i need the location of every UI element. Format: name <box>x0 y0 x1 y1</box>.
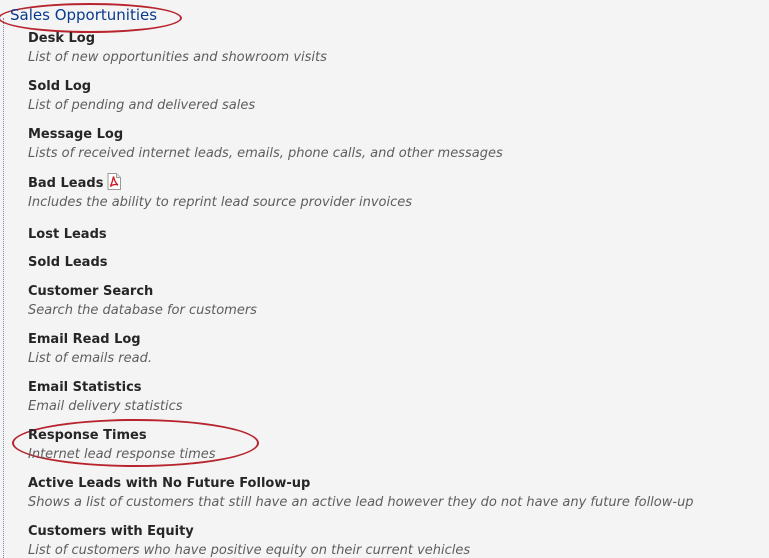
message-log-description: Lists of received internet leads, emails… <box>28 146 503 161</box>
list-item-lost-leads: Lost Leads <box>28 223 107 243</box>
list-item-email-statistics: Email Statistics Email delivery statisti… <box>28 376 182 415</box>
email-read-log-description: List of emails read. <box>28 351 152 366</box>
list-item-sold-leads: Sold Leads <box>28 251 108 271</box>
list-item-active-leads-no-follow-up: Active Leads with No Future Follow-up Sh… <box>28 472 694 511</box>
bad-leads-description: Includes the ability to reprint lead sou… <box>28 195 413 210</box>
list-item-message-log: Message Log Lists of received internet l… <box>28 123 503 162</box>
response-times-link[interactable]: Response Times <box>28 427 147 444</box>
list-item-sold-log: Sold Log List of pending and delivered s… <box>28 75 255 114</box>
lost-leads-link[interactable]: Lost Leads <box>28 226 107 243</box>
tree-connector-line <box>3 18 4 558</box>
active-leads-no-follow-up-description: Shows a list of customers that still hav… <box>28 495 694 510</box>
response-times-description: Internet lead response times <box>28 447 216 462</box>
list-item-customer-search: Customer Search Search the database for … <box>28 280 257 319</box>
email-read-log-link[interactable]: Email Read Log <box>28 331 141 348</box>
customers-with-equity-link[interactable]: Customers with Equity <box>28 523 194 540</box>
list-item-response-times: Response Times Internet lead response ti… <box>28 424 216 463</box>
email-statistics-link[interactable]: Email Statistics <box>28 379 142 396</box>
active-leads-no-follow-up-link[interactable]: Active Leads with No Future Follow-up <box>28 475 310 492</box>
customer-search-description: Search the database for customers <box>28 303 257 318</box>
section-title-sales-opportunities[interactable]: Sales Opportunities <box>10 6 157 24</box>
sold-leads-link[interactable]: Sold Leads <box>28 254 108 271</box>
pdf-icon[interactable] <box>107 173 122 190</box>
list-item-email-read-log: Email Read Log List of emails read. <box>28 328 152 367</box>
sold-log-description: List of pending and delivered sales <box>28 98 256 113</box>
email-statistics-description: Email delivery statistics <box>28 399 183 414</box>
customer-search-link[interactable]: Customer Search <box>28 283 153 300</box>
sold-log-link[interactable]: Sold Log <box>28 78 91 95</box>
message-log-link[interactable]: Message Log <box>28 126 123 143</box>
customers-with-equity-description: List of customers who have positive equi… <box>28 543 471 558</box>
list-item-customers-with-equity: Customers with Equity List of customers … <box>28 520 470 558</box>
desk-log-link[interactable]: Desk Log <box>28 30 95 47</box>
list-item-bad-leads: Bad Leads Includes the ability to reprin… <box>28 172 412 211</box>
list-item-desk-log: Desk Log List of new opportunities and s… <box>28 27 327 66</box>
bad-leads-link[interactable]: Bad Leads <box>28 175 103 192</box>
desk-log-description: List of new opportunities and showroom v… <box>28 50 327 65</box>
